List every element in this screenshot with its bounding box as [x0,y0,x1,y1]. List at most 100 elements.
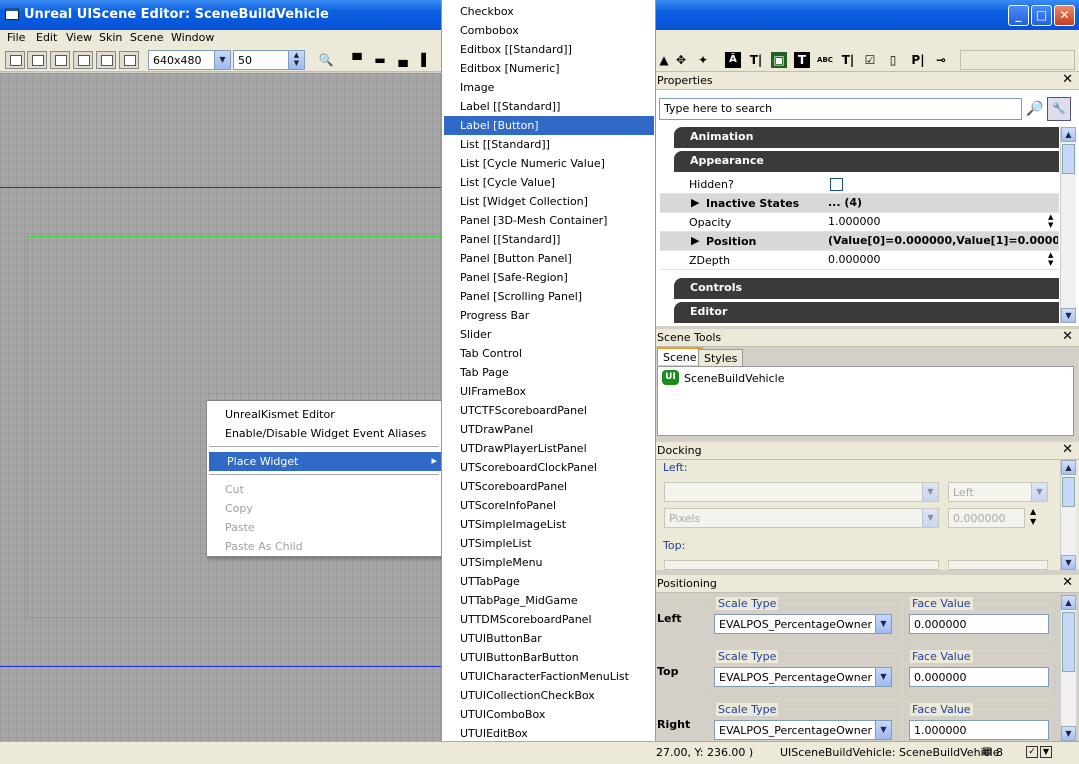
face-value-input[interactable]: 0.000000 [909,614,1049,634]
widget-type-item[interactable]: Combobox [444,21,654,40]
menu-view[interactable]: View [66,31,92,44]
spinner-arrows-icon[interactable]: ▲ ▼ [1048,213,1053,229]
menu-edit[interactable]: Edit [36,31,57,44]
scroll-thumb[interactable] [1062,144,1075,174]
widget-type-item[interactable]: UTTabPage [444,572,654,591]
widget-type-item[interactable]: Panel [Button Panel] [444,249,654,268]
maximize-button[interactable]: □ [1031,5,1052,26]
settings-icon[interactable]: ✦ [695,52,711,68]
menu-skin[interactable]: Skin [99,31,122,44]
scale-type-select[interactable]: EVALPOS_PercentageOwner ▼ [714,614,892,634]
spinner-arrows-icon[interactable]: ▲ ▼ [1048,251,1053,267]
wrench-icon[interactable]: 🔧 [1047,97,1071,121]
widget-type-item[interactable]: List [[Standard]] [444,135,654,154]
menu-window[interactable]: Window [171,31,214,44]
image-tool-icon[interactable]: ▣ [771,52,787,68]
face-value-input[interactable]: 1.000000 [909,720,1049,740]
properties-scrollbar[interactable]: ▲ ▼ [1060,127,1076,323]
menu-item-cut[interactable]: Cut [207,480,441,499]
widget-type-item[interactable]: UTUIComboBox [444,705,654,724]
widget-type-item[interactable]: UTUIButtonBar [444,629,654,648]
move-icon[interactable]: ✥ [673,52,689,68]
close-icon[interactable]: ✕ [1062,329,1073,344]
widget-type-item[interactable]: Panel [[Standard]] [444,230,654,249]
toolbar-button-4[interactable] [73,51,93,69]
docking-left-target[interactable]: ▼ [664,482,939,502]
widget-type-item[interactable]: UTDrawPanel [444,420,654,439]
scroll-down-icon[interactable]: ▼ [1061,308,1076,323]
checkbox-tool-icon[interactable]: ☑ [862,52,878,68]
widget-type-item[interactable]: UIFrameBox [444,382,654,401]
widget-type-item[interactable]: Label [Button] [444,116,654,135]
widget-type-item[interactable]: Tab Page [444,363,654,382]
scroll-up-icon[interactable]: ▲ [1061,127,1076,142]
widget-type-item[interactable]: UTSimpleImageList [444,515,654,534]
chevron-down-icon[interactable]: ▼ [922,483,938,501]
widget-type-item[interactable]: List [Widget Collection] [444,192,654,211]
close-icon[interactable]: ✕ [1062,442,1073,457]
scroll-up-icon[interactable]: ▲ [1061,460,1076,475]
chevron-down-icon[interactable]: ▼ [214,51,230,69]
widget-type-item[interactable]: List [Cycle Numeric Value] [444,154,654,173]
toolbar-button-1[interactable] [5,51,25,69]
widget-type-item[interactable]: List [Cycle Value] [444,173,654,192]
widget-type-item[interactable]: Tab Control [444,344,654,363]
scale-type-select[interactable]: EVALPOS_PercentageOwner ▼ [714,667,892,687]
docking-scrollbar[interactable]: ▲ ▼ [1060,460,1076,570]
align-middle-icon[interactable]: ▬ [372,52,388,68]
docking-top-face[interactable] [948,560,1048,570]
widget-type-item[interactable]: UTUICharacterFactionMenuList [444,667,654,686]
face-value-input[interactable]: 0.000000 [909,667,1049,687]
chevron-down-icon[interactable]: ▼ [922,509,938,527]
toolbar-button-3[interactable] [50,51,70,69]
prop-value-opacity[interactable]: 1.000000 [828,215,881,228]
expand-arrow-icon[interactable]: ▶ [691,234,699,247]
widget-type-item[interactable]: UTUICollectionCheckBox [444,686,654,705]
menu-item-paste[interactable]: Paste [207,518,441,537]
text-tool-icon[interactable]: T [794,52,810,68]
spinner-arrows-icon[interactable]: ▲ ▼ [1030,507,1036,527]
prop-row-inactive-states[interactable]: ▶ Inactive States ... (4) [660,194,1059,213]
magnifier-icon[interactable]: 🔍 [318,52,334,68]
align-left-icon[interactable]: ▌ [418,52,434,68]
widget-type-item[interactable]: UTScoreInfoPanel [444,496,654,515]
spellcheck-icon[interactable]: ABC [817,52,833,68]
toolbar-button-2[interactable] [27,51,47,69]
chevron-down-icon[interactable]: ▼ [1040,746,1052,758]
checkbox-icon[interactable]: ✓ [1026,746,1038,758]
align-bottom-icon[interactable]: ▄ [395,52,411,68]
positioning-scrollbar[interactable]: ▲ ▼ [1060,595,1076,741]
widget-type-item[interactable]: Editbox [Numeric] [444,59,654,78]
tab-styles[interactable]: Styles [698,349,744,367]
docking-top-target[interactable] [664,560,939,570]
button-tool-icon[interactable]: P| [910,52,926,68]
widget-type-item[interactable]: Slider [444,325,654,344]
close-icon[interactable]: ✕ [1062,575,1073,590]
editbox-tool-icon[interactable]: T| [840,52,856,68]
close-icon[interactable]: ✕ [1062,72,1073,87]
menu-item-place-widget[interactable]: Place Widget ▸ [209,452,441,471]
scale-type-select[interactable]: EVALPOS_PercentageOwner ▼ [714,720,892,740]
spinner-arrows-icon[interactable]: ▲ ▼ [288,51,304,69]
chevron-down-icon[interactable]: ▼ [875,721,891,739]
prop-value-zdepth[interactable]: 0.000000 [828,253,881,266]
close-button[interactable]: ✕ [1054,5,1075,26]
widget-type-item[interactable]: Panel [Scrolling Panel] [444,287,654,306]
panel-tool-icon[interactable]: ▯ [885,52,901,68]
category-animation[interactable]: Animation [674,127,1059,148]
zoom-spinner[interactable]: 50 ▲ ▼ [233,50,305,70]
menu-item-paste-as-child[interactable]: Paste As Child [207,537,441,556]
properties-search-input[interactable]: Type here to search [659,98,1022,120]
scroll-thumb[interactable] [1062,612,1075,672]
widget-type-item[interactable]: UTSimpleMenu [444,553,654,572]
tab-scene[interactable]: Scene [657,347,703,365]
label-tool-icon[interactable]: T| [748,52,764,68]
widget-type-item[interactable]: UTScoreboardClockPanel [444,458,654,477]
image-widget-icon[interactable]: Ä [725,52,741,68]
scroll-down-icon[interactable]: ▼ [1061,726,1076,741]
scroll-thumb[interactable] [1062,477,1075,507]
widget-type-item[interactable]: UTTabPage_MidGame [444,591,654,610]
widget-type-item[interactable]: Checkbox [444,2,654,21]
menu-item-event-aliases[interactable]: Enable/Disable Widget Event Aliases [207,424,441,443]
widget-type-item[interactable]: UTSimpleList [444,534,654,553]
